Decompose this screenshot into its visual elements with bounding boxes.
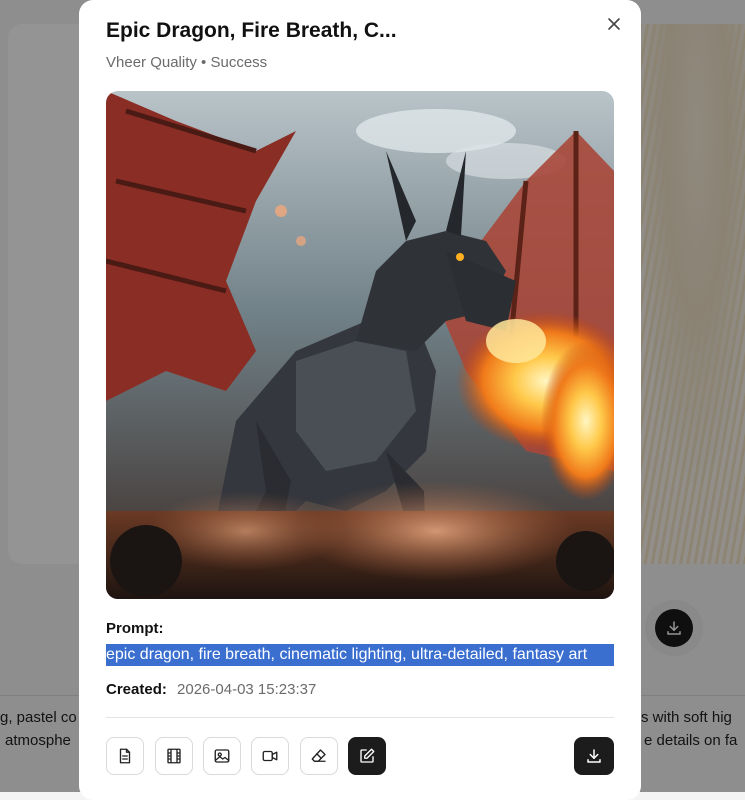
eraser-icon xyxy=(310,747,328,765)
prompt-label: Prompt: xyxy=(106,620,164,637)
modal-title: Epic Dragon, Fire Breath, C... xyxy=(106,19,397,42)
edit-button[interactable] xyxy=(348,737,386,775)
edit-icon xyxy=(358,747,376,765)
film-icon xyxy=(165,747,183,765)
image-to-video-button[interactable] xyxy=(251,737,289,775)
document-icon xyxy=(116,747,134,765)
prompt-text[interactable]: epic dragon, fire breath, cinematic ligh… xyxy=(106,644,614,666)
download-button[interactable] xyxy=(574,737,614,775)
download-icon xyxy=(585,747,603,765)
close-icon[interactable] xyxy=(606,16,622,37)
video-camera-icon xyxy=(261,747,279,765)
image-to-image-button[interactable] xyxy=(203,737,241,775)
modal-divider xyxy=(106,717,614,718)
created-row: Created: 2026-04-03 15:23:37 xyxy=(106,681,316,698)
close-button[interactable] xyxy=(598,10,630,42)
created-value: 2026-04-03 15:23:37 xyxy=(177,681,317,698)
dragon-image xyxy=(106,91,614,599)
make-film-button[interactable] xyxy=(155,737,193,775)
created-label: Created: xyxy=(106,681,167,698)
copy-prompt-button[interactable] xyxy=(106,737,144,775)
eraser-button[interactable] xyxy=(300,737,338,775)
modal-subtitle: Vheer Quality • Success xyxy=(106,54,268,71)
image-icon xyxy=(213,747,231,765)
generated-image[interactable] xyxy=(106,91,614,599)
